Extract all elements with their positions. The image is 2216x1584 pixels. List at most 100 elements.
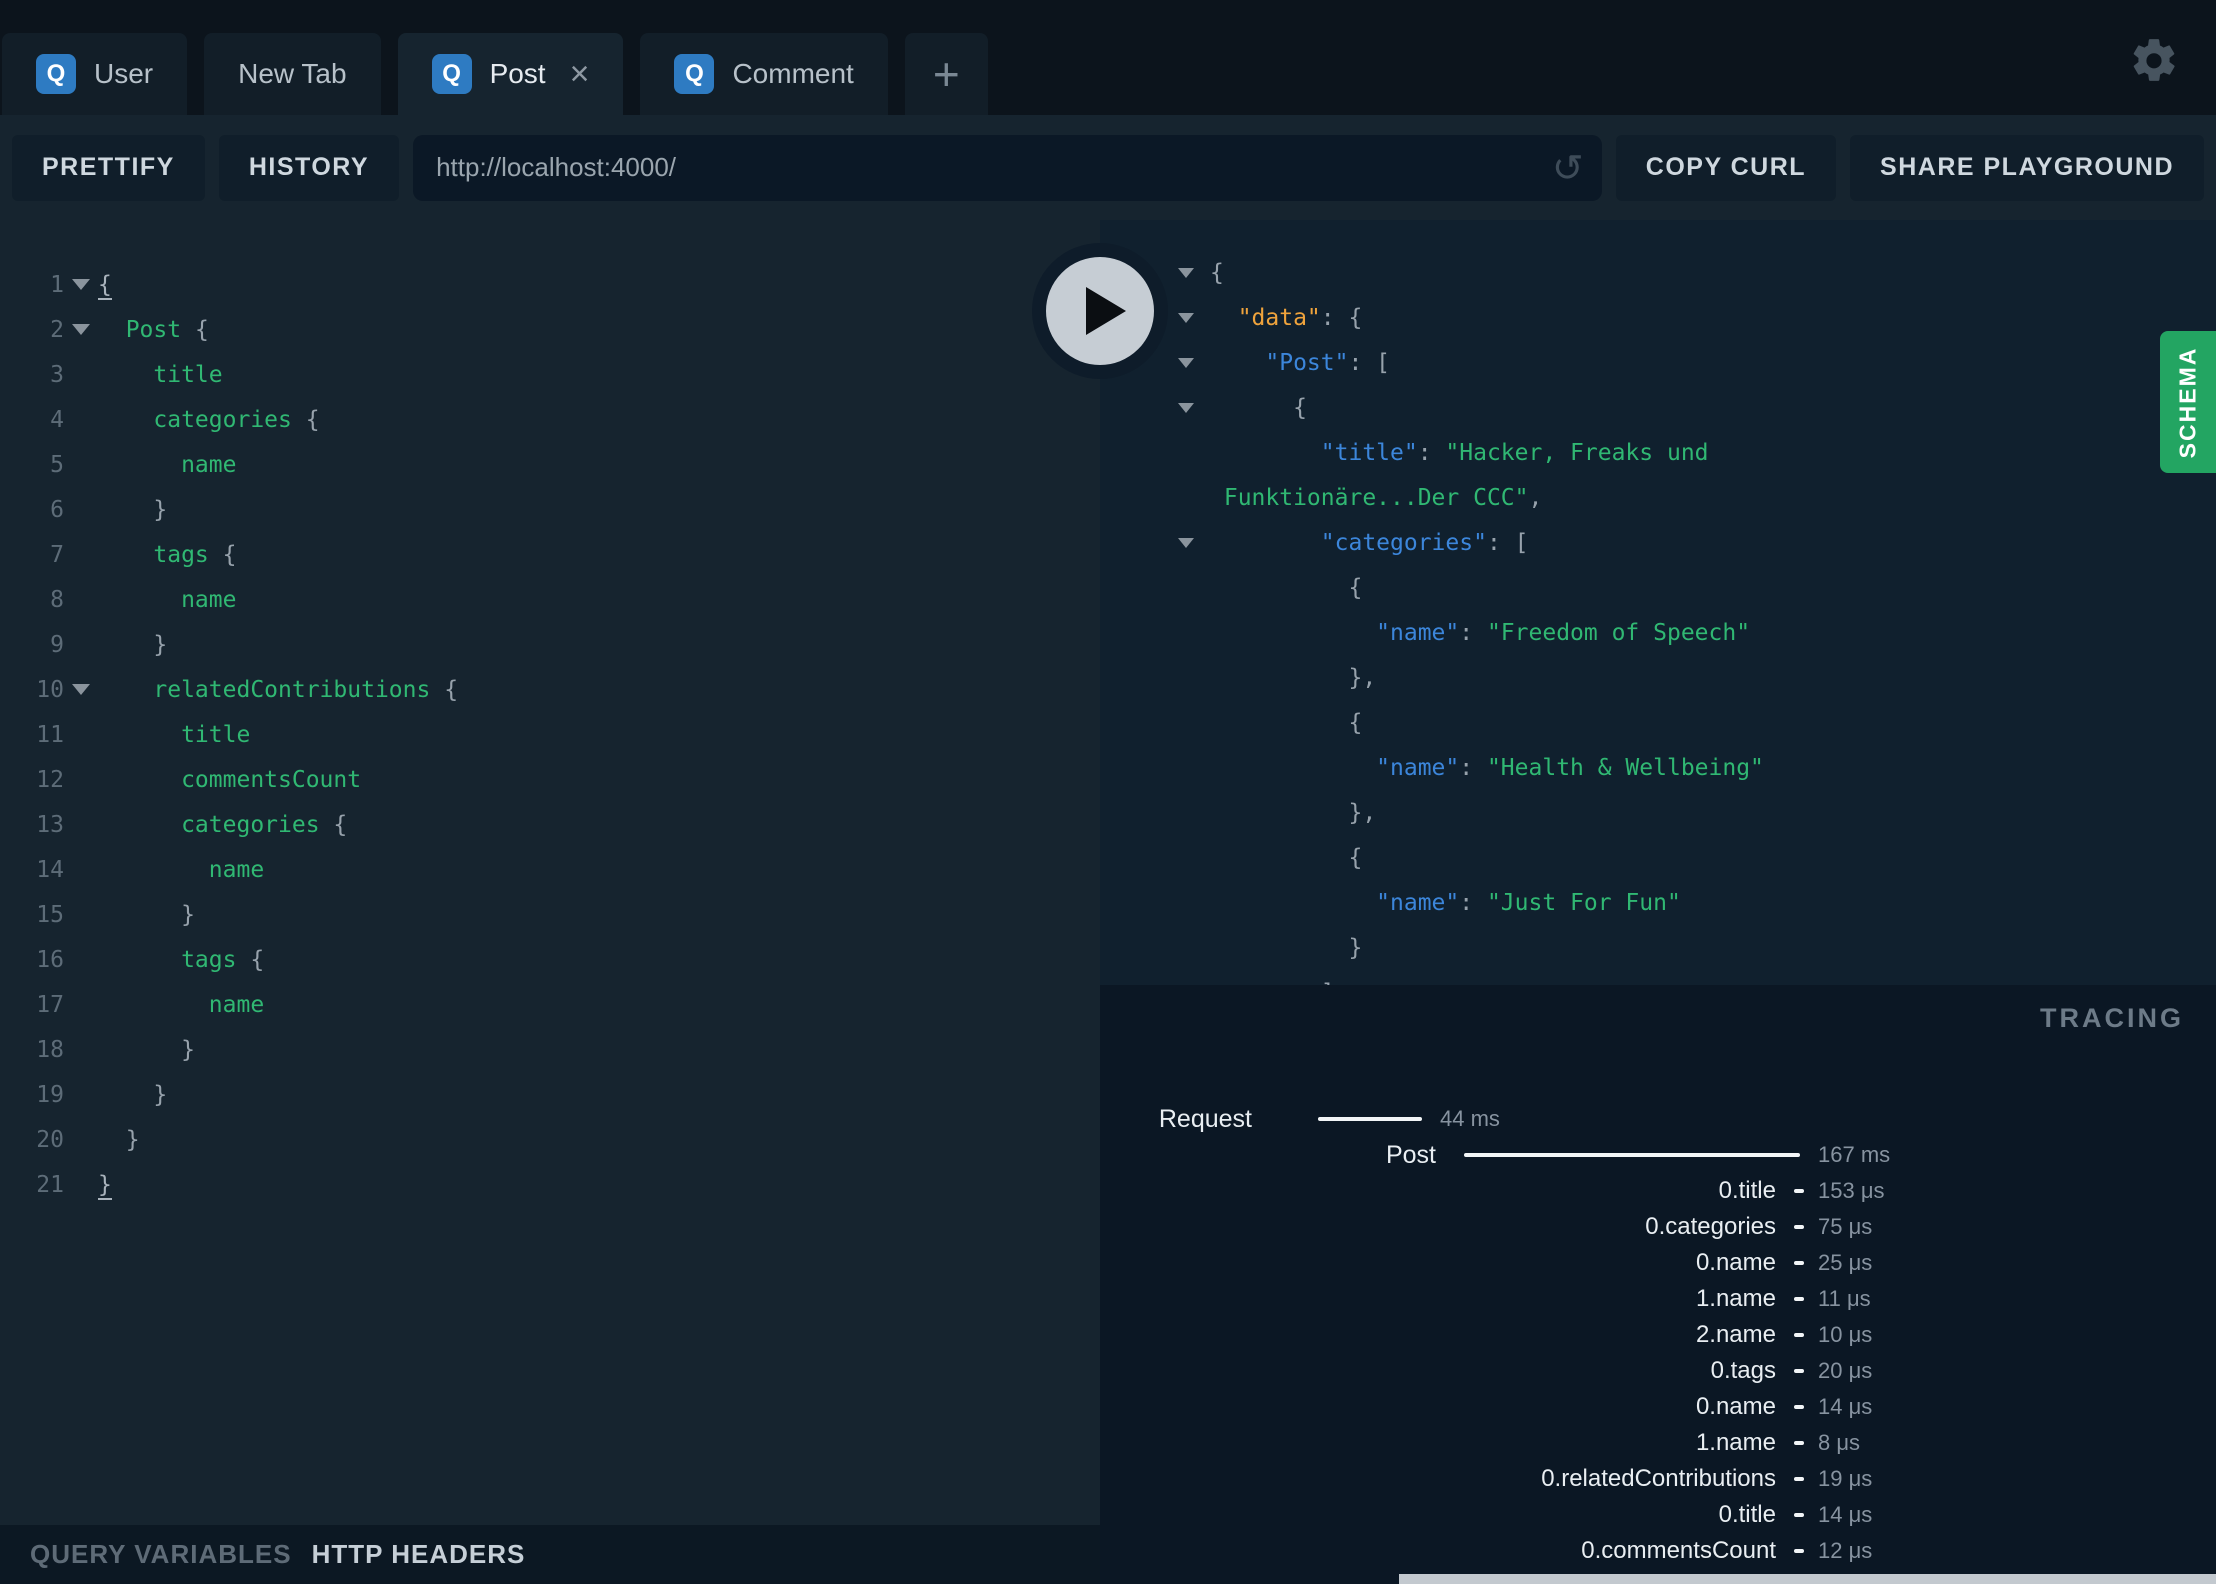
tracing-time: 44 ms bbox=[1440, 1106, 1500, 1131]
response-text: Funktionäre...Der CCC", bbox=[1210, 484, 1543, 511]
tracing-label: Post bbox=[1385, 1141, 1436, 1169]
response-line: "data": { bbox=[1100, 295, 2216, 340]
fold-arrow-icon[interactable] bbox=[1178, 267, 1194, 278]
code-text: } bbox=[98, 496, 168, 523]
tab-user[interactable]: Q User bbox=[2, 33, 188, 115]
editor-line: 20 } bbox=[0, 1117, 1100, 1162]
fold-arrow-icon[interactable] bbox=[72, 684, 90, 695]
response-line: Funktionäre...Der CCC", bbox=[1100, 475, 2216, 520]
tracing-rows: Request 44 ms Post 167 ms 0.title 153 μs 0.cat… bbox=[1100, 1101, 2216, 1584]
response-lines[interactable]: { "data": { "Post": [ { "title": "Hacker… bbox=[1100, 220, 2216, 985]
editor-footer-bar: QUERY VARIABLES HTTP HEADERS bbox=[0, 1525, 1100, 1584]
new-tab-button[interactable]: + bbox=[904, 33, 988, 115]
code-text: } bbox=[98, 1036, 195, 1063]
line-number: 17 bbox=[36, 991, 64, 1018]
query-editor-pane[interactable]: 1{2 Post {3 title 4 categories {5 name 6 }… bbox=[0, 220, 1100, 1584]
close-tab-icon[interactable]: × bbox=[570, 57, 590, 91]
endpoint-url-input[interactable] bbox=[434, 151, 1552, 184]
line-number: 10 bbox=[36, 676, 64, 703]
response-text: "Post": [ bbox=[1210, 349, 1391, 376]
editor-line: 21} bbox=[0, 1162, 1100, 1207]
tracing-tick bbox=[1794, 1297, 1804, 1301]
tab-label: Comment bbox=[732, 58, 854, 89]
tracing-label: 0.name bbox=[1695, 1393, 1776, 1420]
schema-side-tab[interactable]: SCHEMA bbox=[2160, 331, 2216, 473]
editor-line: 7 tags { bbox=[0, 532, 1100, 577]
tracing-row: 0.name 25 μs bbox=[1100, 1245, 2216, 1281]
code-text: } bbox=[98, 1081, 168, 1108]
response-text: { bbox=[1210, 394, 1307, 421]
code-text: categories { bbox=[98, 811, 348, 838]
tracing-row: 1.name 8 μs bbox=[1100, 1425, 2216, 1461]
line-number: 12 bbox=[36, 766, 64, 793]
http-headers-tab[interactable]: HTTP HEADERS bbox=[312, 1539, 526, 1570]
tracing-label: 0.categories bbox=[1645, 1213, 1776, 1240]
editor-line: 12 commentsCount bbox=[0, 757, 1100, 802]
reload-schema-icon[interactable]: ↺ bbox=[1552, 149, 1584, 187]
line-number: 4 bbox=[50, 406, 64, 433]
fold-arrow-icon[interactable] bbox=[72, 324, 90, 335]
editor-line: 19 } bbox=[0, 1072, 1100, 1117]
tracing-row: 0.name 14 μs bbox=[1100, 1389, 2216, 1425]
tracing-title[interactable]: TRACING bbox=[2040, 1003, 2184, 1034]
editor-line: 8 name bbox=[0, 577, 1100, 622]
line-number: 13 bbox=[36, 811, 64, 838]
prettify-button[interactable]: PRETTIFY bbox=[12, 134, 205, 201]
fold-arrow-icon[interactable] bbox=[72, 279, 90, 290]
tracing-row: 0.categories 75 μs bbox=[1100, 1209, 2216, 1245]
fold-column bbox=[1178, 357, 1210, 368]
response-line: "title": "Hacker, Freaks und bbox=[1100, 430, 2216, 475]
query-variables-tab[interactable]: QUERY VARIABLES bbox=[30, 1539, 292, 1570]
tracing-label: 0.title bbox=[1718, 1501, 1776, 1528]
code-text: categories { bbox=[98, 406, 320, 433]
code-text: relatedContributions { bbox=[98, 676, 459, 703]
code-text: name bbox=[98, 586, 237, 613]
response-line: "name": "Just For Fun" bbox=[1100, 880, 2216, 925]
response-text: { bbox=[1210, 574, 1363, 601]
line-number: 5 bbox=[50, 451, 64, 478]
response-text: } bbox=[1210, 934, 1363, 961]
history-button[interactable]: HISTORY bbox=[218, 134, 400, 201]
tracing-time: 19 μs bbox=[1818, 1466, 1873, 1491]
tracing-time: 10 μs bbox=[1818, 1322, 1873, 1347]
execute-query-button[interactable] bbox=[1032, 243, 1168, 379]
response-text: { bbox=[1210, 844, 1363, 871]
line-number: 7 bbox=[50, 541, 64, 568]
share-playground-button[interactable]: SHARE PLAYGROUND bbox=[1850, 134, 2204, 201]
fold-arrow-icon[interactable] bbox=[1178, 357, 1194, 368]
tracing-tick bbox=[1794, 1477, 1804, 1481]
fold-arrow-icon[interactable] bbox=[1178, 537, 1194, 548]
fold-arrow-icon[interactable] bbox=[1178, 312, 1194, 323]
tracing-time: 11 μs bbox=[1818, 1286, 1871, 1311]
line-number: 3 bbox=[50, 361, 64, 388]
endpoint-url-box: ↺ bbox=[413, 134, 1602, 201]
fold-arrow-icon[interactable] bbox=[1178, 402, 1194, 413]
editor-line: 5 name bbox=[0, 442, 1100, 487]
tab-post[interactable]: Q Post × bbox=[397, 33, 624, 115]
tracing-label: 2.name bbox=[1695, 1321, 1776, 1348]
fold-column bbox=[64, 279, 98, 290]
editor-line: 14 name bbox=[0, 847, 1100, 892]
tracing-tick bbox=[1794, 1513, 1804, 1517]
tracing-row: Post 167 ms bbox=[1100, 1137, 2216, 1173]
tracing-time: 75 μs bbox=[1818, 1214, 1873, 1239]
tab-list: Q User New Tab Q Post × Q Comment + bbox=[2, 33, 988, 115]
editor-lines[interactable]: 1{2 Post {3 title 4 categories {5 name 6 }… bbox=[0, 220, 1100, 1525]
horizontal-scrollbar[interactable] bbox=[1399, 1574, 2216, 1584]
code-text: } bbox=[98, 901, 195, 928]
tracing-duration-bar bbox=[1464, 1153, 1800, 1157]
response-text: "name": "Health & Wellbeing" bbox=[1210, 754, 1764, 781]
response-text: "name": "Just For Fun" bbox=[1210, 889, 1681, 916]
tracing-label: 0.name bbox=[1695, 1249, 1776, 1276]
settings-gear-icon[interactable] bbox=[2128, 34, 2180, 86]
tracing-tick bbox=[1794, 1549, 1804, 1553]
tracing-row: 0.title 14 μs bbox=[1100, 1497, 2216, 1533]
copy-curl-button[interactable]: COPY CURL bbox=[1615, 134, 1837, 201]
response-text: "categories": [ bbox=[1210, 529, 1529, 556]
tab-comment[interactable]: Q Comment bbox=[640, 33, 888, 115]
tab-new-tab[interactable]: New Tab bbox=[204, 33, 381, 115]
code-text: } bbox=[98, 1171, 112, 1200]
tracing-time: 8 μs bbox=[1818, 1430, 1861, 1455]
code-text: title bbox=[98, 361, 223, 388]
tracing-tick bbox=[1794, 1225, 1804, 1229]
